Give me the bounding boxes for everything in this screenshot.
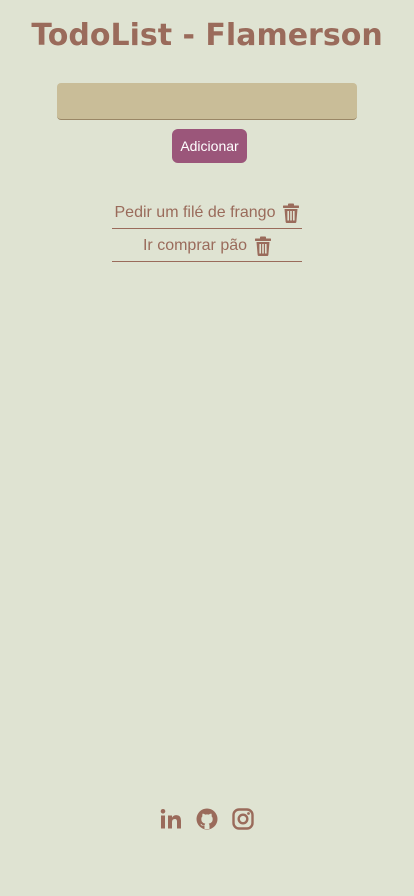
linkedin-icon[interactable] [160, 808, 182, 830]
todo-item: Ir comprar pão [112, 231, 302, 262]
github-icon[interactable] [196, 808, 218, 830]
todo-text: Pedir um filé de frango [114, 204, 276, 221]
social-links [0, 808, 414, 830]
instagram-icon[interactable] [232, 808, 254, 830]
todo-item: Pedir um filé de frango [112, 198, 302, 229]
todo-text: Ir comprar pão [142, 237, 248, 254]
trash-icon[interactable] [255, 236, 272, 256]
trash-icon[interactable] [283, 203, 300, 223]
todo-input[interactable] [57, 83, 357, 120]
page-title: TodoList - Flamerson [31, 18, 383, 53]
add-button[interactable]: Adicionar [172, 129, 247, 163]
todo-list: Pedir um filé de frango Ir comprar pão [112, 198, 302, 264]
